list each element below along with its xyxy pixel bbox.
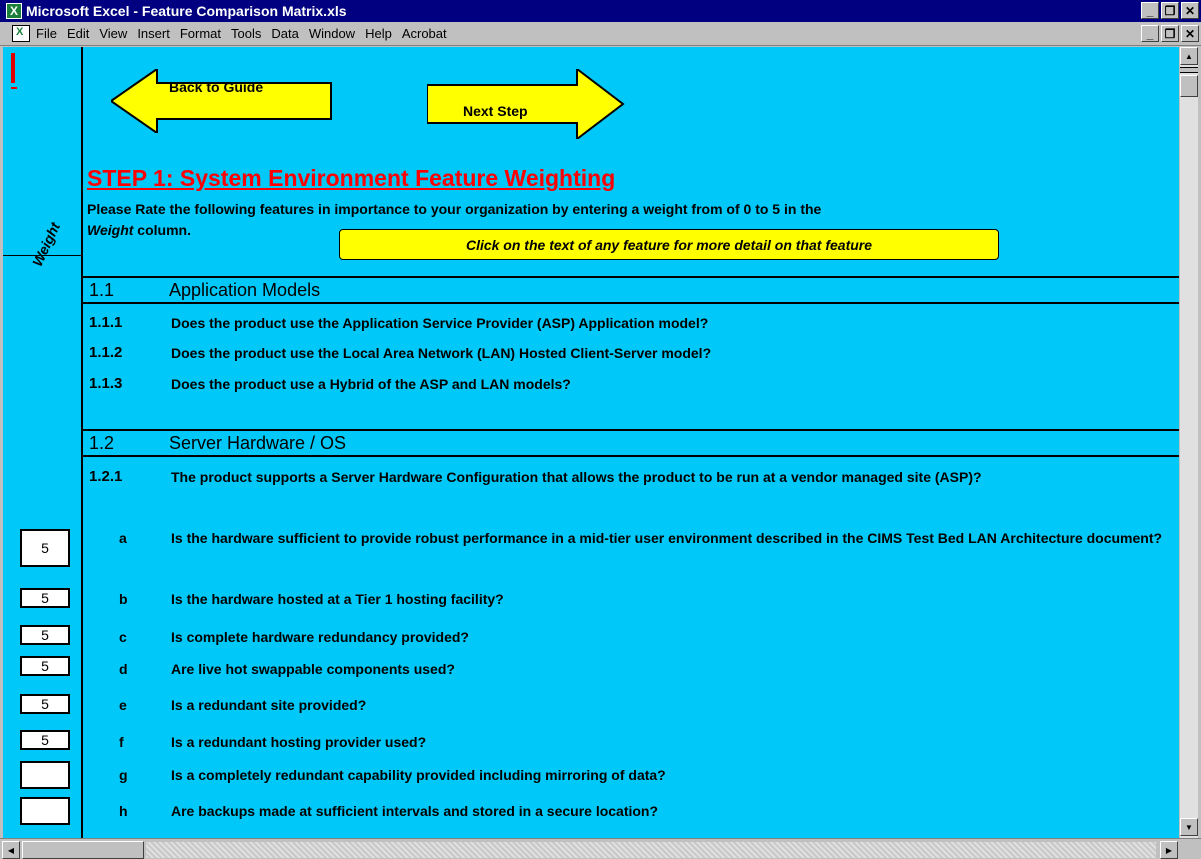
subfeature-row[interactable]: e Is a redundant site provided?: [83, 695, 1179, 715]
weight-column: Weight: [3, 47, 83, 838]
feature-number: 1.1.1: [89, 314, 123, 331]
doc-minimize-button[interactable]: _: [1141, 25, 1159, 42]
weight-input-e[interactable]: 5: [20, 694, 70, 714]
weight-input-d[interactable]: 5: [20, 656, 70, 676]
weight-column-label: Weight: [29, 219, 64, 269]
click-note[interactable]: Click on the text of any feature for mor…: [339, 229, 999, 260]
subfeature-letter: d: [119, 661, 128, 677]
back-label: Back to Guide: [169, 79, 264, 95]
subfeature-text[interactable]: Are backups made at sufficient intervals…: [171, 801, 1179, 821]
excel-window: Microsoft Excel - Feature Comparison Mat…: [0, 0, 1201, 859]
menu-file[interactable]: File: [36, 26, 57, 41]
menu-window[interactable]: Window: [309, 26, 355, 41]
section-number: 1.1: [89, 279, 115, 300]
scroll-down-button[interactable]: ▼: [1180, 818, 1198, 836]
scroll-left-button[interactable]: ◀: [2, 841, 20, 859]
subfeature-letter: b: [119, 591, 128, 607]
section-number: 1.2: [89, 432, 115, 453]
instructions-line2: column.: [133, 222, 191, 238]
scroll-thumb[interactable]: [1180, 75, 1198, 97]
horizontal-scrollbar[interactable]: ◀ ▶: [0, 838, 1201, 859]
weight-input-h[interactable]: [20, 797, 70, 825]
subfeature-letter: h: [119, 803, 128, 819]
subfeature-row[interactable]: g Is a completely redundant capability p…: [83, 765, 1179, 785]
excel-app-icon[interactable]: [6, 3, 22, 19]
menu-data[interactable]: Data: [271, 26, 298, 41]
subfeature-row[interactable]: f Is a redundant hosting provider used?: [83, 732, 1179, 752]
h-scroll-track[interactable]: [146, 842, 1156, 858]
subfeature-row[interactable]: h Are backups made at sufficient interva…: [83, 801, 1179, 821]
subfeature-letter: a: [119, 530, 127, 546]
subfeature-text[interactable]: Is a redundant hosting provider used?: [171, 732, 1179, 752]
menu-format[interactable]: Format: [180, 26, 221, 41]
doc-close-button[interactable]: ✕: [1181, 25, 1199, 42]
subfeature-text[interactable]: Is the hardware sufficient to provide ro…: [171, 528, 1179, 548]
subfeature-row[interactable]: c Is complete hardware redundancy provid…: [83, 627, 1179, 647]
subfeature-letter: g: [119, 767, 128, 783]
minimize-button[interactable]: _: [1141, 2, 1159, 19]
doc-restore-button[interactable]: ❐: [1161, 25, 1179, 42]
section-header[interactable]: 1.2 Server Hardware / OS: [83, 429, 1179, 457]
weight-input-f[interactable]: 5: [20, 730, 70, 750]
feature-row[interactable]: 1.2.1 The product supports a Server Hard…: [83, 467, 1179, 487]
subfeature-row[interactable]: b Is the hardware hosted at a Tier 1 hos…: [83, 589, 1179, 609]
feature-text[interactable]: Does the product use a Hybrid of the ASP…: [171, 374, 1179, 394]
feature-number: 1.2.1: [89, 468, 123, 485]
subfeature-row[interactable]: a Is the hardware sufficient to provide …: [83, 528, 1179, 548]
subfeature-text[interactable]: Is a completely redundant capability pro…: [171, 765, 1179, 785]
instructions-line1: Please Rate the following features in im…: [87, 201, 822, 217]
worksheet[interactable]: Weight 5 5 5 5 5 5 Back to Guide Next St…: [3, 47, 1179, 838]
weight-input-g[interactable]: [20, 761, 70, 789]
next-step-button[interactable]: Next Step: [427, 69, 627, 139]
feature-number: 1.1.3: [89, 375, 123, 392]
close-button[interactable]: ✕: [1181, 2, 1199, 19]
menu-acrobat[interactable]: Acrobat: [402, 26, 447, 41]
feature-row[interactable]: 1.1.1 Does the product use the Applicati…: [83, 313, 1179, 333]
menu-view[interactable]: View: [99, 26, 127, 41]
window-title: Microsoft Excel - Feature Comparison Mat…: [26, 3, 347, 19]
weight-input-b[interactable]: 5: [20, 588, 70, 608]
menu-help[interactable]: Help: [365, 26, 392, 41]
weight-header: Weight: [3, 47, 83, 269]
subfeature-letter: e: [119, 697, 127, 713]
menu-edit[interactable]: Edit: [67, 26, 89, 41]
menu-bar: File Edit View Insert Format Tools Data …: [0, 22, 1201, 46]
section-title: Application Models: [169, 279, 321, 300]
feature-text[interactable]: Does the product use the Application Ser…: [171, 313, 1179, 333]
scroll-right-button[interactable]: ▶: [1160, 841, 1178, 859]
weight-input-a[interactable]: 5: [20, 529, 70, 567]
workbook-icon[interactable]: [12, 25, 30, 42]
subfeature-text[interactable]: Are live hot swappable components used?: [171, 659, 1179, 679]
section-header[interactable]: 1.1 Application Models: [83, 276, 1179, 304]
active-cell-marker: [11, 53, 17, 89]
feature-row[interactable]: 1.1.3 Does the product use a Hybrid of t…: [83, 374, 1179, 394]
subfeature-row[interactable]: d Are live hot swappable components used…: [83, 659, 1179, 679]
feature-row[interactable]: 1.1.2 Does the product use the Local Are…: [83, 343, 1179, 363]
section-title: Server Hardware / OS: [169, 432, 347, 453]
instructions-italic: Weight: [87, 222, 134, 238]
subfeature-letter: f: [119, 734, 124, 750]
weight-input-c[interactable]: 5: [20, 625, 70, 645]
subfeature-text[interactable]: Is a redundant site provided?: [171, 695, 1179, 715]
title-bar: Microsoft Excel - Feature Comparison Mat…: [0, 0, 1201, 22]
restore-button[interactable]: ❐: [1161, 2, 1179, 19]
menu-tools[interactable]: Tools: [231, 26, 261, 41]
menu-insert[interactable]: Insert: [137, 26, 170, 41]
subfeature-text[interactable]: Is complete hardware redundancy provided…: [171, 627, 1179, 647]
h-scroll-thumb[interactable]: [22, 841, 144, 859]
scroll-up-button[interactable]: ▲: [1180, 47, 1198, 65]
feature-text[interactable]: Does the product use the Local Area Netw…: [171, 343, 1179, 363]
step-title: STEP 1: System Environment Feature Weigh…: [87, 165, 616, 191]
subfeature-text[interactable]: Is the hardware hosted at a Tier 1 hosti…: [171, 589, 1179, 609]
vertical-scrollbar[interactable]: ▲ ▼: [1180, 47, 1198, 838]
next-label: Next Step: [463, 103, 528, 119]
subfeature-letter: c: [119, 629, 127, 645]
split-box[interactable]: [1180, 67, 1198, 73]
back-to-guide-button[interactable]: Back to Guide: [111, 69, 341, 133]
feature-text[interactable]: The product supports a Server Hardware C…: [171, 467, 1179, 487]
feature-number: 1.1.2: [89, 344, 123, 361]
